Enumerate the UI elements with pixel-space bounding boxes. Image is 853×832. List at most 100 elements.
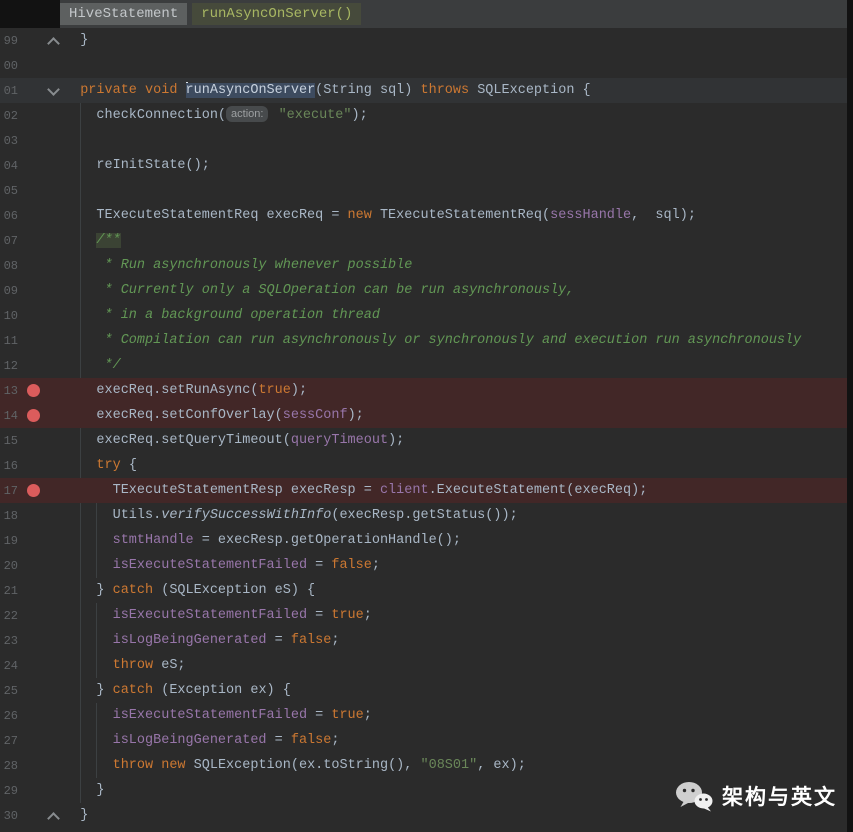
code-text[interactable]: * Run asynchronously whenever possible	[64, 253, 853, 278]
code-line[interactable]: 03	[0, 128, 853, 153]
code-text[interactable]: isLogBeingGenerated = false;	[64, 628, 853, 653]
gutter[interactable]	[18, 528, 64, 553]
line-number[interactable]: 04	[0, 159, 18, 173]
gutter[interactable]	[18, 578, 64, 603]
line-number[interactable]: 28	[0, 759, 18, 773]
code-line[interactable]: 07 /**	[0, 228, 853, 253]
gutter[interactable]	[18, 328, 64, 353]
gutter[interactable]	[18, 378, 64, 403]
gutter[interactable]	[18, 203, 64, 228]
gutter[interactable]	[18, 453, 64, 478]
line-number[interactable]: 16	[0, 459, 18, 473]
code-text[interactable]: TExecuteStatementResp execResp = client.…	[64, 478, 853, 503]
breakpoint-icon[interactable]	[27, 384, 40, 397]
code-line[interactable]: 09 * Currently only a SQLOperation can b…	[0, 278, 853, 303]
breakpoint-icon[interactable]	[27, 409, 40, 422]
code-text[interactable]: execReq.setRunAsync(true);	[64, 378, 853, 403]
line-number[interactable]: 18	[0, 509, 18, 523]
code-editor[interactable]: 99 } 00 01 private void runAsyncOnServer(S…	[0, 28, 853, 832]
gutter[interactable]	[18, 628, 64, 653]
gutter[interactable]	[18, 703, 64, 728]
line-number[interactable]: 27	[0, 734, 18, 748]
gutter[interactable]	[18, 803, 64, 828]
tab-runasynconserver[interactable]: runAsyncOnServer()	[192, 3, 362, 25]
gutter[interactable]	[18, 303, 64, 328]
gutter[interactable]	[18, 478, 64, 503]
gutter[interactable]	[18, 103, 64, 128]
gutter[interactable]	[18, 603, 64, 628]
code-line[interactable]: 02 checkConnection(action: "execute");	[0, 103, 853, 128]
line-number[interactable]: 24	[0, 659, 18, 673]
code-text[interactable]: TExecuteStatementReq execReq = new TExec…	[64, 203, 853, 228]
line-number[interactable]: 20	[0, 559, 18, 573]
code-text[interactable]: checkConnection(action: "execute");	[64, 103, 853, 128]
tab-hivestatement[interactable]: HiveStatement	[60, 3, 188, 25]
code-text[interactable]: * Compilation can run asynchronously or …	[64, 328, 853, 353]
code-line[interactable]: 25 } catch (Exception ex) {	[0, 678, 853, 703]
code-line[interactable]: 28 throw new SQLException(ex.toString(),…	[0, 753, 853, 778]
gutter[interactable]	[18, 753, 64, 778]
code-line[interactable]: 24 throw eS;	[0, 653, 853, 678]
code-line[interactable]: 08 * Run asynchronously whenever possibl…	[0, 253, 853, 278]
line-number[interactable]: 02	[0, 109, 18, 123]
line-number[interactable]: 06	[0, 209, 18, 223]
code-line[interactable]: 23 isLogBeingGenerated = false;	[0, 628, 853, 653]
code-line[interactable]: 14 execReq.setConfOverlay(sessConf);	[0, 403, 853, 428]
gutter[interactable]	[18, 28, 64, 53]
code-text[interactable]: stmtHandle = execResp.getOperationHandle…	[64, 528, 853, 553]
line-number[interactable]: 05	[0, 184, 18, 198]
code-text[interactable]: private void runAsyncOnServer(String sql…	[64, 78, 853, 103]
fold-down-icon[interactable]	[47, 83, 60, 96]
code-text[interactable]: isExecuteStatementFailed = false;	[64, 553, 853, 578]
code-text[interactable]: isLogBeingGenerated = false;	[64, 728, 853, 753]
gutter[interactable]	[18, 778, 64, 803]
code-line[interactable]: 21 } catch (SQLException eS) {	[0, 578, 853, 603]
code-text[interactable]: throw new SQLException(ex.toString(), "0…	[64, 753, 853, 778]
line-number[interactable]: 10	[0, 309, 18, 323]
code-line[interactable]: 17 TExecuteStatementResp execResp = clie…	[0, 478, 853, 503]
gutter[interactable]	[18, 53, 64, 78]
gutter[interactable]	[18, 728, 64, 753]
line-number[interactable]: 13	[0, 384, 18, 398]
gutter[interactable]	[18, 653, 64, 678]
gutter[interactable]	[18, 428, 64, 453]
line-number[interactable]: 25	[0, 684, 18, 698]
gutter[interactable]	[18, 178, 64, 203]
code-line[interactable]: 15 execReq.setQueryTimeout(queryTimeout)…	[0, 428, 853, 453]
line-number[interactable]: 26	[0, 709, 18, 723]
code-line[interactable]: 06 TExecuteStatementReq execReq = new TE…	[0, 203, 853, 228]
line-number[interactable]: 30	[0, 809, 18, 823]
code-text[interactable]: /**	[64, 228, 853, 253]
line-number[interactable]: 19	[0, 534, 18, 548]
line-number[interactable]: 08	[0, 259, 18, 273]
code-text[interactable]: * in a background operation thread	[64, 303, 853, 328]
code-text[interactable]: isExecuteStatementFailed = true;	[64, 603, 853, 628]
gutter[interactable]	[18, 78, 64, 103]
code-line[interactable]: 20 isExecuteStatementFailed = false;	[0, 553, 853, 578]
code-text[interactable]: } catch (Exception ex) {	[64, 678, 853, 703]
line-number[interactable]: 17	[0, 484, 18, 498]
line-number[interactable]: 14	[0, 409, 18, 423]
breakpoint-icon[interactable]	[27, 484, 40, 497]
code-text[interactable]: try {	[64, 453, 853, 478]
gutter[interactable]	[18, 278, 64, 303]
code-text[interactable]: throw eS;	[64, 653, 853, 678]
line-number[interactable]: 99	[0, 34, 18, 48]
line-number[interactable]: 12	[0, 359, 18, 373]
gutter[interactable]	[18, 128, 64, 153]
fold-up-icon[interactable]	[47, 812, 60, 825]
code-text[interactable]: execReq.setQueryTimeout(queryTimeout);	[64, 428, 853, 453]
fold-up-icon[interactable]	[47, 37, 60, 50]
code-line[interactable]: 13 execReq.setRunAsync(true);	[0, 378, 853, 403]
line-number[interactable]: 03	[0, 134, 18, 148]
gutter[interactable]	[18, 503, 64, 528]
line-number[interactable]: 00	[0, 59, 18, 73]
gutter[interactable]	[18, 353, 64, 378]
code-line[interactable]: 26 isExecuteStatementFailed = true;	[0, 703, 853, 728]
code-text[interactable]: execReq.setConfOverlay(sessConf);	[64, 403, 853, 428]
code-line[interactable]: 99 }	[0, 28, 853, 53]
code-line[interactable]: 12 */	[0, 353, 853, 378]
code-line[interactable]: 10 * in a background operation thread	[0, 303, 853, 328]
code-text[interactable]: * Currently only a SQLOperation can be r…	[64, 278, 853, 303]
code-text[interactable]: Utils.verifySuccessWithInfo(execResp.get…	[64, 503, 853, 528]
